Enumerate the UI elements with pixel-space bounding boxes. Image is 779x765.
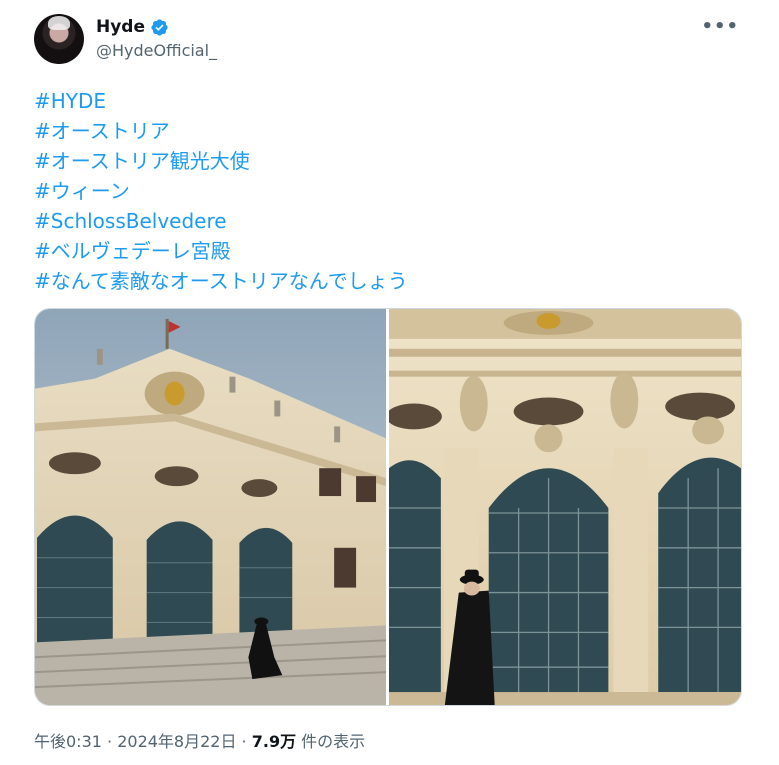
meta-separator: · <box>101 732 118 751</box>
hashtag-link[interactable]: #ウィーン <box>34 176 408 206</box>
verified-badge-icon <box>151 18 168 36</box>
hashtag-link[interactable]: #SchlossBelvedere <box>34 206 408 236</box>
media-gallery <box>34 308 742 706</box>
avatar[interactable] <box>34 14 84 64</box>
photo-palace-facade[interactable] <box>389 309 741 705</box>
hashtag-link[interactable]: #HYDE <box>34 86 408 116</box>
palace-facade-image <box>389 309 741 705</box>
user-handle[interactable]: @HydeOfficial_ <box>96 41 217 60</box>
tweet-card: Hyde @HydeOfficial_ ••• #HYDE #オーストリア #オ… <box>0 0 779 765</box>
tweet-text: #HYDE #オーストリア #オーストリア観光大使 #ウィーン #Schloss… <box>34 86 408 296</box>
hashtag-link[interactable]: #オーストリア <box>34 116 408 146</box>
tweet-header: Hyde @HydeOfficial_ <box>34 14 759 68</box>
post-time[interactable]: 午後0:31 <box>34 732 102 751</box>
post-date[interactable]: 2024年8月22日 <box>117 732 236 751</box>
views-label: 件の表示 <box>296 732 366 751</box>
hashtag-link[interactable]: #なんて素敵なオーストリアなんでしょう <box>34 266 408 296</box>
hashtag-link[interactable]: #オーストリア観光大使 <box>34 146 408 176</box>
display-name[interactable]: Hyde <box>96 17 145 37</box>
meta-separator: · <box>236 732 252 751</box>
hashtag-link[interactable]: #ベルヴェデーレ宮殿 <box>34 236 408 266</box>
photo-palace-stairs[interactable] <box>35 309 386 705</box>
author-info: Hyde @HydeOfficial_ <box>96 17 217 60</box>
display-name-row: Hyde <box>96 17 217 37</box>
tweet-meta: 午後0:31 · 2024年8月22日 · 7.9万 件の表示 <box>34 728 365 752</box>
views-count: 7.9万 <box>251 732 297 751</box>
more-options-icon[interactable]: ••• <box>701 16 739 37</box>
palace-stairs-image <box>35 309 386 705</box>
